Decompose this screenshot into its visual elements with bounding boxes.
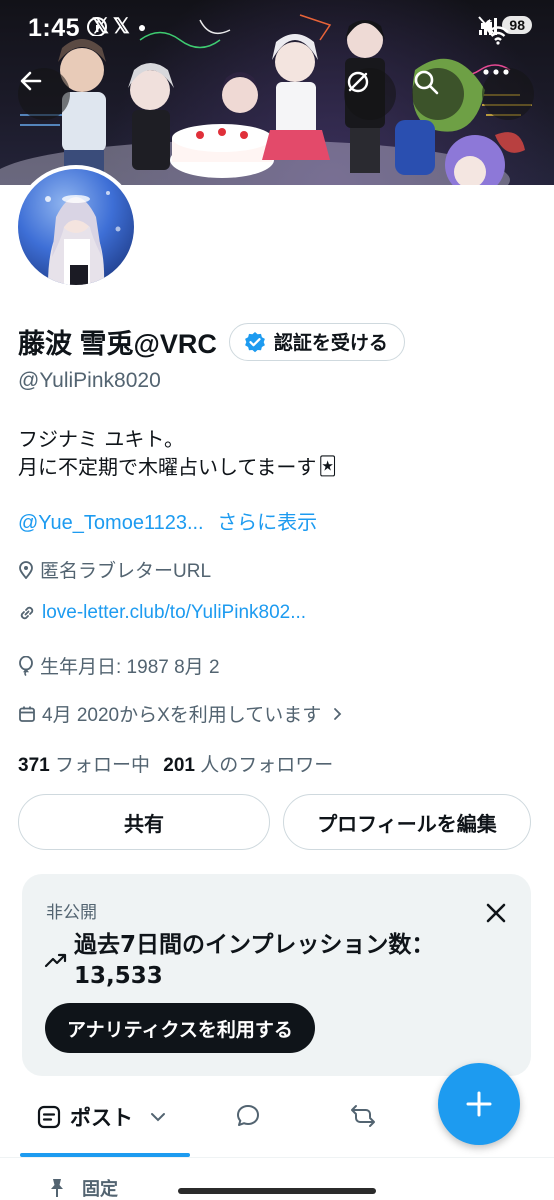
private-label: 非公開 <box>46 903 97 923</box>
use-analytics-button[interactable]: アナリティクスを利用する <box>45 1003 315 1053</box>
bio-mention-row: @Yue_Tomoe1123... さらに表示 <box>18 506 317 535</box>
status-notification-icons: 𝕏 𝕏 ● <box>86 14 146 40</box>
profile-banner[interactable]: 1:45 𝕏 𝕏 ● 6 98 <box>0 0 554 185</box>
home-indicator[interactable] <box>178 1188 376 1194</box>
impressions-heading: 過去7日間のインプレッション数： 13,533 <box>74 930 494 992</box>
joined-text: 4月 2020からXを利用しています <box>42 705 322 726</box>
refresh-icon <box>347 71 369 93</box>
back-button[interactable] <box>18 68 70 120</box>
impressions-title: 過去7日間のインプレッション数： <box>74 932 435 958</box>
bio: フジナミ ユキト。 月に不定期で木曜占いしてまーす 🃏 <box>18 425 337 481</box>
edit-profile-button[interactable]: プロフィールを編集 <box>283 794 531 850</box>
name-row: 藤波 雪兎@VRC 認証を受ける <box>18 322 405 361</box>
tab-replies[interactable] <box>234 1102 262 1130</box>
share-button[interactable]: 共有 <box>18 794 270 850</box>
status-time: 1:45 <box>28 14 81 42</box>
followers-count: 201 <box>163 755 195 776</box>
search-button[interactable] <box>412 68 464 120</box>
joker-card-emoji: 🃏 <box>318 456 337 477</box>
pinned-indicator: 固定 <box>48 1175 118 1200</box>
birthday-row: 生年月日: 1987 8月 2 <box>18 652 220 679</box>
plus-icon <box>466 1091 492 1117</box>
profile-avatar[interactable] <box>14 165 138 289</box>
compose-post-button[interactable] <box>438 1063 520 1145</box>
analytics-card: 非公開 過去7日間のインプレッション数： 13,533 アナリティクスを利用する <box>22 874 531 1076</box>
bio-line-1: フジナミ ユキト。 <box>18 427 184 451</box>
get-verified-button[interactable]: 認証を受ける <box>228 322 405 361</box>
pinned-label: 固定 <box>82 1179 118 1200</box>
following-link[interactable]: 371 フォロー中 <box>18 755 155 776</box>
posts-icon <box>37 1105 61 1129</box>
tab-reposts[interactable] <box>348 1102 378 1130</box>
show-more-link[interactable]: さらに表示 <box>217 512 317 534</box>
following-label: フォロー中 <box>54 755 150 776</box>
tabs-divider <box>0 1157 554 1158</box>
display-name: 藤波 雪兎@VRC <box>18 329 217 359</box>
link-icon <box>20 606 34 620</box>
get-verified-label: 認証を受ける <box>273 332 388 354</box>
search-icon <box>414 70 439 95</box>
trending-up-icon <box>44 953 67 968</box>
calendar-icon <box>19 706 35 722</box>
location-row: 匿名ラブレターURL <box>18 556 211 583</box>
location-text: 匿名ラブレターURL <box>40 561 212 582</box>
back-arrow-icon <box>20 71 42 91</box>
following-count: 371 <box>18 755 50 776</box>
tab-posts-label: ポスト <box>70 1106 133 1130</box>
website-row: love-letter.club/to/YuliPink802... <box>18 602 306 624</box>
followers-label: 人のフォロワー <box>200 755 334 776</box>
pin-icon <box>51 1179 63 1197</box>
refresh-button[interactable] <box>344 68 396 120</box>
balloon-icon <box>19 655 33 676</box>
chevron-down-icon[interactable] <box>149 1111 167 1123</box>
follow-stats: 371 フォロー中 201 人のフォロワー <box>18 750 333 777</box>
x-logo-icon: 𝕏 <box>112 15 130 38</box>
chevron-right-icon <box>334 707 342 720</box>
website-link[interactable]: love-letter.club/to/YuliPink802... <box>42 602 306 624</box>
location-pin-icon <box>19 560 33 579</box>
impressions-value: 13,533 <box>74 963 163 989</box>
repost-icon <box>351 1105 375 1127</box>
more-button[interactable] <box>482 68 534 120</box>
avatar-image <box>18 169 134 285</box>
dot-icon: ● <box>137 19 147 35</box>
bio-line-2: 月に不定期で木曜占いしてまーす 🃏 <box>18 453 337 481</box>
close-icon <box>486 903 506 923</box>
tab-posts[interactable]: ポスト <box>36 1102 167 1132</box>
status-bar: 1:45 𝕏 𝕏 ● 6 98 <box>0 0 554 56</box>
birthday-text: 生年月日: 1987 8月 2 <box>40 657 220 678</box>
followers-link[interactable]: 201 人のフォロワー <box>163 755 333 776</box>
bio-line-2-text: 月に不定期で木曜占いしてまーす <box>18 455 317 479</box>
mention-link[interactable]: @Yue_Tomoe1123... <box>18 512 204 534</box>
user-handle: @YuliPink8020 <box>18 369 161 392</box>
close-card-button[interactable] <box>483 900 509 926</box>
status-system-icons: 6 98 <box>478 16 532 45</box>
joined-row[interactable]: 4月 2020からXを利用しています <box>18 700 343 727</box>
verified-badge-icon <box>244 331 265 352</box>
more-icon <box>483 69 509 75</box>
reply-icon <box>237 1105 259 1126</box>
